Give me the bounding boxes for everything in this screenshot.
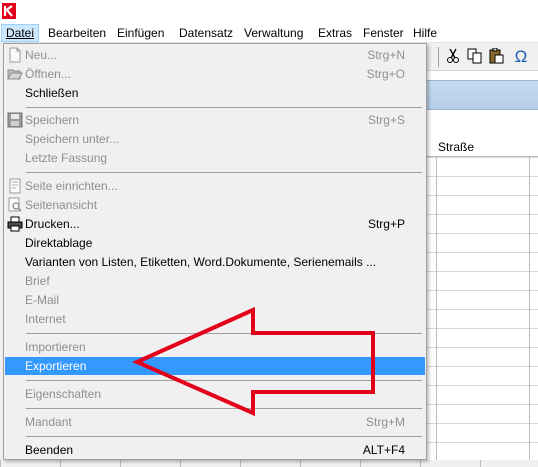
menu-separator xyxy=(26,107,422,108)
menu-item-drucken[interactable]: Drucken... Strg+P xyxy=(5,215,425,233)
menu-item-label: Schließen xyxy=(25,86,79,100)
menu-separator xyxy=(26,333,422,334)
menu-item-label: Beenden xyxy=(25,443,74,457)
menu-item-email[interactable]: E-Mail xyxy=(5,291,425,309)
menu-item-seitenansicht[interactable]: Seitenansicht xyxy=(5,196,425,214)
menu-item-label: Eigenschaften xyxy=(25,387,102,401)
page-setup-icon xyxy=(9,178,21,194)
save-icon xyxy=(7,112,23,128)
menu-item-label: Varianten von Listen, Etiketten, Word.Do… xyxy=(25,255,377,269)
menu-item-shortcut: Strg+N xyxy=(367,48,405,62)
menu-datensatz[interactable]: Datensatz xyxy=(175,24,237,42)
menu-item-shortcut: Strg+O xyxy=(366,67,405,81)
menu-item-shortcut: Strg+M xyxy=(365,415,405,429)
grid-header: Straße xyxy=(426,138,538,157)
menu-item-oeffnen[interactable]: Öffnen... Strg+O xyxy=(5,65,425,83)
menu-fenster[interactable]: Fenster xyxy=(359,24,408,42)
menu-item-label: E-Mail xyxy=(25,293,60,307)
menu-item-label: Importieren xyxy=(25,340,86,354)
copy-icon[interactable] xyxy=(466,48,484,66)
menu-item-direktablage[interactable]: Direktablage xyxy=(5,234,425,252)
menu-item-label: Exportieren xyxy=(25,359,87,373)
paste-icon[interactable] xyxy=(488,47,506,66)
menu-item-beenden[interactable]: Beenden ALT+F4 xyxy=(5,441,425,459)
grid-divider xyxy=(436,138,437,467)
menu-item-label: Speichern unter... xyxy=(25,132,120,146)
bottom-grid-lines xyxy=(0,460,538,467)
menu-datei[interactable]: Datei xyxy=(1,24,40,42)
menu-datensatz-label: Datensatz xyxy=(179,26,234,40)
menu-item-letzte-fassung[interactable]: Letzte Fassung xyxy=(5,149,425,167)
menu-bar: Datei Bearbeiten Einfügen Datensatz Verw… xyxy=(0,23,538,43)
menu-item-label: Brief xyxy=(25,274,50,288)
menu-item-label: Direktablage xyxy=(25,236,93,250)
menu-item-label: Letzte Fassung xyxy=(25,151,108,165)
menu-item-label: Drucken... xyxy=(25,217,80,231)
toolbar-separator xyxy=(438,47,439,67)
menu-item-label: Seite einrichten... xyxy=(25,179,118,193)
menu-item-mandant[interactable]: Mandant Strg+M xyxy=(5,413,425,431)
menu-item-label: Seitenansicht xyxy=(25,198,98,212)
menu-bearbeiten[interactable]: Bearbeiten xyxy=(44,24,110,42)
print-preview-icon xyxy=(8,197,22,212)
menu-item-brief[interactable]: Brief xyxy=(5,272,425,290)
menu-extras-label: Extras xyxy=(318,26,353,40)
menu-item-eigenschaften[interactable]: Eigenschaften xyxy=(5,385,425,403)
omega-glyph: Ω xyxy=(514,47,528,66)
menu-item-label: Mandant xyxy=(25,415,72,429)
menu-item-speichern[interactable]: Speichern Strg+S xyxy=(5,111,425,129)
menu-item-internet[interactable]: Internet xyxy=(5,310,425,328)
menu-item-seite-einrichten[interactable]: Seite einrichten... xyxy=(5,177,425,195)
menu-separator xyxy=(26,172,422,173)
menu-extras[interactable]: Extras xyxy=(314,24,356,42)
app-logo-icon xyxy=(2,3,16,19)
scissors-icon[interactable] xyxy=(444,48,462,66)
menu-bearbeiten-label: Bearbeiten xyxy=(48,26,107,40)
menu-item-schliessen[interactable]: Schließen xyxy=(5,84,425,102)
menu-item-shortcut: Strg+P xyxy=(367,217,405,231)
toolbar: Ω xyxy=(426,43,538,71)
menu-item-label: Speichern xyxy=(25,113,80,127)
menu-separator xyxy=(26,408,422,409)
menu-separator xyxy=(26,436,422,437)
menu-einfuegen-label: Einfügen xyxy=(117,26,165,40)
omega-icon[interactable]: Ω xyxy=(512,48,530,66)
menu-item-speichern-unter[interactable]: Speichern unter... xyxy=(5,130,425,148)
menu-item-shortcut: Strg+S xyxy=(367,113,405,127)
datei-dropdown-menu: Neu... Strg+N Öffnen... Strg+O Schließen… xyxy=(3,43,427,460)
menu-hilfe-label: Hilfe xyxy=(413,26,438,40)
menu-datei-label: Datei xyxy=(6,26,35,40)
menu-item-label: Internet xyxy=(25,312,66,326)
menu-verwaltung-label: Verwaltung xyxy=(244,26,304,40)
menu-item-exportieren[interactable]: Exportieren xyxy=(5,357,425,375)
menu-item-shortcut: ALT+F4 xyxy=(362,443,405,457)
menu-separator xyxy=(26,380,422,381)
data-grid xyxy=(426,138,538,467)
new-document-icon xyxy=(9,47,21,63)
grid-divider xyxy=(529,138,530,467)
title-strip xyxy=(0,0,538,23)
menu-item-label: Öffnen... xyxy=(25,67,71,81)
background-header-band xyxy=(426,80,538,110)
menu-fenster-label: Fenster xyxy=(363,26,404,40)
menu-verwaltung[interactable]: Verwaltung xyxy=(240,24,307,42)
printer-icon xyxy=(7,216,23,232)
menu-item-neu[interactable]: Neu... Strg+N xyxy=(5,46,425,64)
menu-hilfe[interactable]: Hilfe xyxy=(409,24,441,42)
menu-item-importieren[interactable]: Importieren xyxy=(5,338,425,356)
menu-einfuegen[interactable]: Einfügen xyxy=(113,24,168,42)
menu-item-label: Neu... xyxy=(25,48,58,62)
menu-item-varianten[interactable]: Varianten von Listen, Etiketten, Word.Do… xyxy=(5,253,425,271)
column-header-strasse[interactable]: Straße xyxy=(438,140,474,154)
open-folder-icon xyxy=(7,69,23,80)
